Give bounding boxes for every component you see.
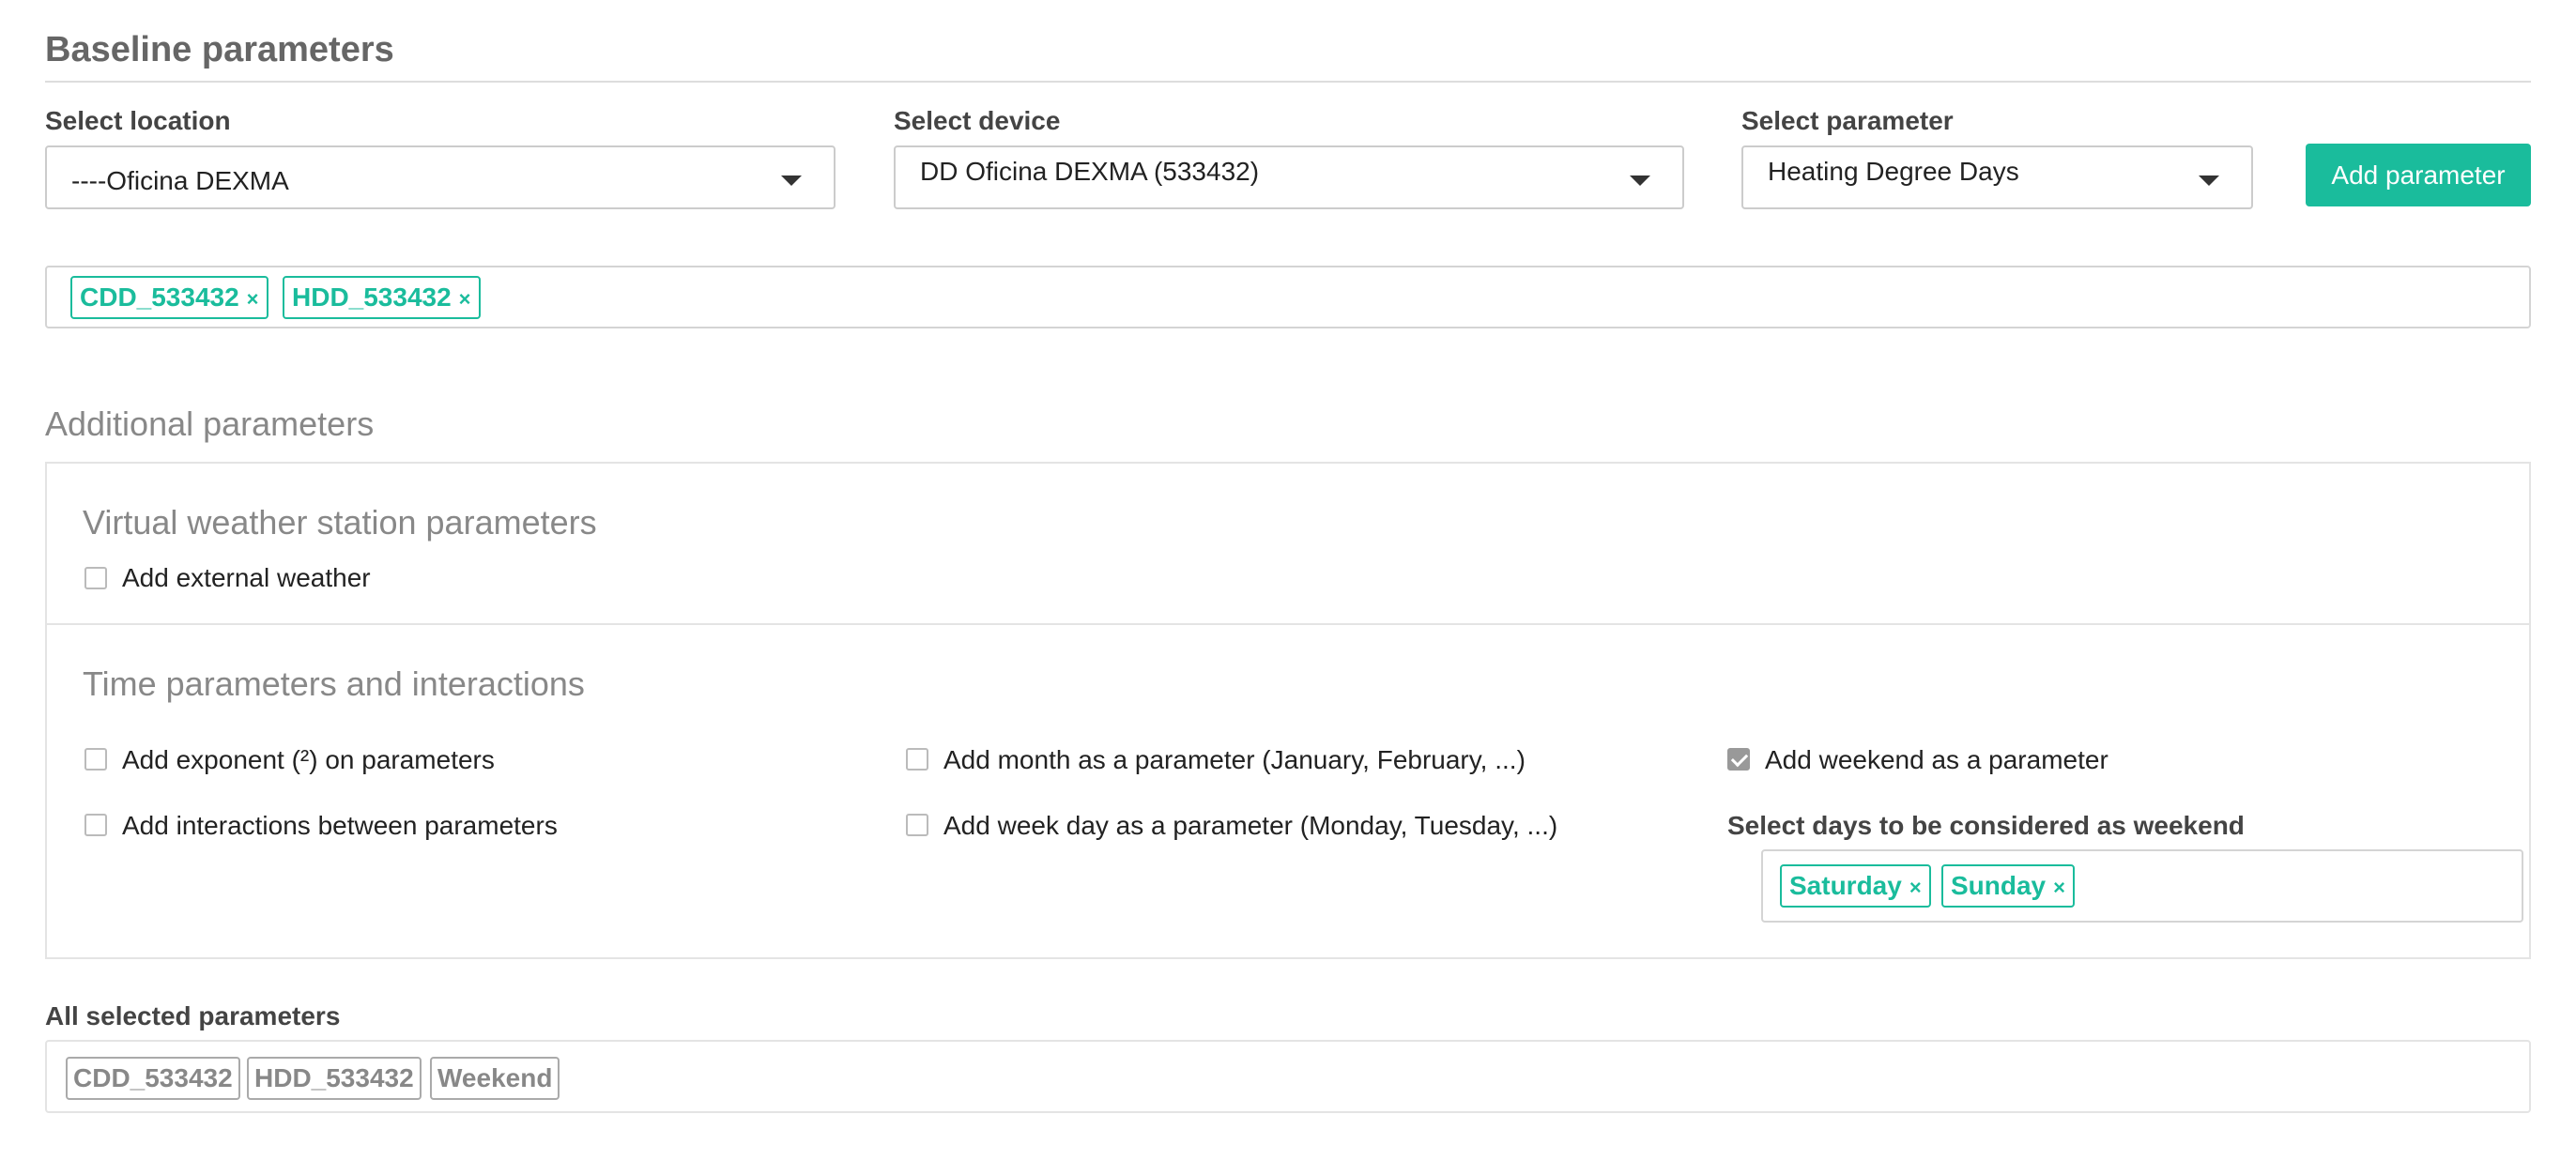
device-select-value: DD Oficina DEXMA (533432) xyxy=(920,157,1260,186)
tag-label: HDD_533432 xyxy=(292,282,452,312)
chevron-down-icon xyxy=(781,176,802,186)
time-panel: Time parameters and interactions Add exp… xyxy=(45,623,2531,959)
add-weekday-checkbox[interactable] xyxy=(906,814,928,836)
add-exponent-label: Add exponent (²) on parameters xyxy=(122,745,495,774)
selected-item: HDD_533432 xyxy=(247,1057,422,1100)
tag-label: Sunday xyxy=(1951,871,2047,900)
remove-tag-icon[interactable]: × xyxy=(2053,876,2065,899)
add-interactions-checkbox[interactable] xyxy=(84,814,107,836)
baseline-title: Baseline parameters xyxy=(45,30,394,69)
tag-sunday: Sunday × xyxy=(1941,864,2075,908)
remove-tag-icon[interactable]: × xyxy=(1909,876,1922,899)
device-label: Select device xyxy=(894,106,1061,135)
add-weekend-label: Add weekend as a parameter xyxy=(1765,745,2108,774)
remove-tag-icon[interactable]: × xyxy=(247,287,259,311)
remove-tag-icon[interactable]: × xyxy=(459,287,471,311)
location-label: Select location xyxy=(45,106,231,135)
parameter-select[interactable]: Heating Degree Days xyxy=(1741,145,2253,209)
baseline-tags-input[interactable]: CDD_533432 × HDD_533432 × xyxy=(45,266,2531,328)
selected-item: Weekend xyxy=(430,1057,560,1100)
device-select[interactable]: DD Oficina DEXMA (533432) xyxy=(894,145,1684,209)
add-month-checkbox[interactable] xyxy=(906,748,928,771)
location-select[interactable]: ----Oficina DEXMA xyxy=(45,145,836,209)
tag-label: CDD_533432 xyxy=(80,282,239,312)
tag-saturday: Saturday × xyxy=(1780,864,1931,908)
chevron-down-icon xyxy=(1630,176,1650,186)
tag-label: Saturday xyxy=(1789,871,1902,900)
add-external-weather-label: Add external weather xyxy=(122,563,371,592)
add-parameter-button[interactable]: Add parameter xyxy=(2306,144,2531,206)
add-external-weather-checkbox[interactable] xyxy=(84,567,107,589)
weekend-days-label: Select days to be considered as weekend xyxy=(1727,811,2245,840)
baseline-parameters-page: Baseline parameters Select location ----… xyxy=(0,0,2576,1160)
add-exponent-checkbox[interactable] xyxy=(84,748,107,771)
additional-parameters-title: Additional parameters xyxy=(45,404,375,443)
parameter-label: Select parameter xyxy=(1741,106,1954,135)
weather-panel: Virtual weather station parameters Add e… xyxy=(45,462,2531,625)
weather-panel-title: Virtual weather station parameters xyxy=(83,503,597,542)
all-selected-box: CDD_533432 HDD_533432 Weekend xyxy=(45,1040,2531,1113)
time-panel-title: Time parameters and interactions xyxy=(83,664,585,703)
section-divider xyxy=(45,81,2531,83)
tag-cdd: CDD_533432 × xyxy=(70,276,268,319)
parameter-select-value: Heating Degree Days xyxy=(1768,157,2019,186)
weekend-days-input[interactable]: Saturday × Sunday × xyxy=(1761,849,2523,923)
add-month-label: Add month as a parameter (January, Febru… xyxy=(943,745,1526,774)
selected-item: CDD_533432 xyxy=(66,1057,240,1100)
add-interactions-label: Add interactions between parameters xyxy=(122,811,558,840)
all-selected-label: All selected parameters xyxy=(45,1001,341,1030)
location-select-value: ----Oficina DEXMA xyxy=(71,166,289,195)
chevron-down-icon xyxy=(2199,176,2219,186)
add-weekday-label: Add week day as a parameter (Monday, Tue… xyxy=(943,811,1558,840)
add-weekend-checkbox[interactable] xyxy=(1727,748,1750,771)
tag-hdd: HDD_533432 × xyxy=(283,276,481,319)
